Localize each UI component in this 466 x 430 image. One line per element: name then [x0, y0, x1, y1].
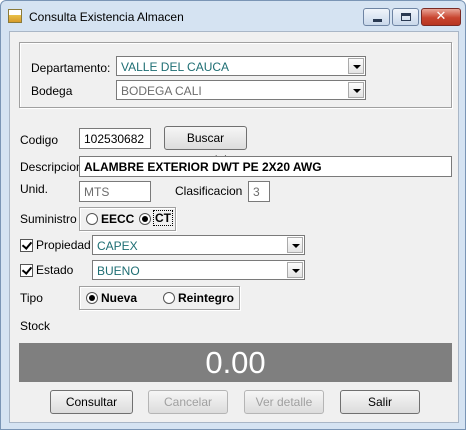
chevron-down-icon[interactable]: [348, 58, 364, 74]
maximize-button[interactable]: [392, 8, 419, 26]
departamento-label: Departamento:: [31, 61, 111, 75]
chevron-down-icon[interactable]: [287, 237, 303, 253]
title-bar[interactable]: Consulta Existencia Almacen ✕: [1, 1, 465, 31]
buscar-material-button[interactable]: Buscar material: [164, 126, 247, 167]
unid-label: Unid.: [20, 182, 49, 196]
propiedad-label[interactable]: Propiedad: [36, 238, 91, 252]
tipo-reintegro-label[interactable]: Reintegro: [178, 291, 234, 305]
close-icon: ✕: [435, 9, 447, 24]
app-icon: [8, 9, 22, 23]
descripcion-input[interactable]: ALAMBRE EXTERIOR DWT PE 2X20 AWG: [79, 156, 452, 177]
estado-value: BUENO: [97, 264, 140, 278]
tipo-nueva-radio[interactable]: [86, 292, 98, 304]
maximize-icon: [401, 13, 411, 21]
codigo-label: Codigo: [20, 133, 59, 147]
estado-checkbox[interactable]: [20, 264, 33, 277]
departamento-value: VALLE DEL CAUCA: [121, 60, 230, 74]
minimize-button[interactable]: [363, 8, 390, 26]
stock-label: Stock: [20, 319, 51, 333]
minimize-icon: [373, 19, 382, 22]
form-client-area: Departamento: VALLE DEL CAUCA Bodega BOD…: [9, 31, 459, 423]
consultar-button[interactable]: Consultar: [50, 390, 133, 414]
suministro-eecc-radio[interactable]: [86, 213, 98, 225]
chevron-down-icon[interactable]: [287, 262, 303, 278]
salir-button[interactable]: Salir: [340, 390, 420, 414]
chevron-down-icon[interactable]: [348, 82, 364, 98]
codigo-input[interactable]: 102530682: [79, 128, 151, 149]
bodega-select[interactable]: BODEGA CALI: [116, 80, 366, 100]
propiedad-checkbox[interactable]: [20, 239, 33, 252]
suministro-ct-label[interactable]: CT: [153, 210, 173, 226]
propiedad-select[interactable]: CAPEX: [92, 235, 305, 255]
descripcion-label: Descripcion: [20, 160, 83, 174]
stock-value-display: 0.00: [19, 343, 452, 382]
suministro-label: Suministro: [20, 212, 77, 226]
bodega-label: Bodega: [31, 84, 73, 98]
bodega-value: BODEGA CALI: [121, 84, 202, 98]
departamento-select[interactable]: VALLE DEL CAUCA: [116, 56, 366, 76]
estado-select[interactable]: BUENO: [92, 260, 305, 280]
tipo-reintegro-radio[interactable]: [163, 292, 175, 304]
close-button[interactable]: ✕: [421, 8, 461, 26]
suministro-eecc-label[interactable]: EECC: [101, 212, 134, 226]
cancelar-button[interactable]: Cancelar: [148, 390, 228, 414]
window-title: Consulta Existencia Almacen: [29, 10, 184, 24]
tipo-label: Tipo: [20, 291, 43, 305]
clasificacion-label: Clasificacion: [175, 184, 243, 198]
unid-input[interactable]: MTS: [79, 181, 151, 202]
estado-label[interactable]: Estado: [36, 263, 73, 277]
tipo-nueva-label[interactable]: Nueva: [101, 291, 137, 305]
main-window: Consulta Existencia Almacen ✕ Departamen…: [0, 0, 466, 430]
propiedad-value: CAPEX: [97, 239, 138, 253]
clasificacion-input[interactable]: 3: [248, 181, 270, 202]
suministro-ct-radio[interactable]: [139, 213, 151, 225]
ver-detalle-button[interactable]: Ver detalle: [244, 390, 324, 414]
